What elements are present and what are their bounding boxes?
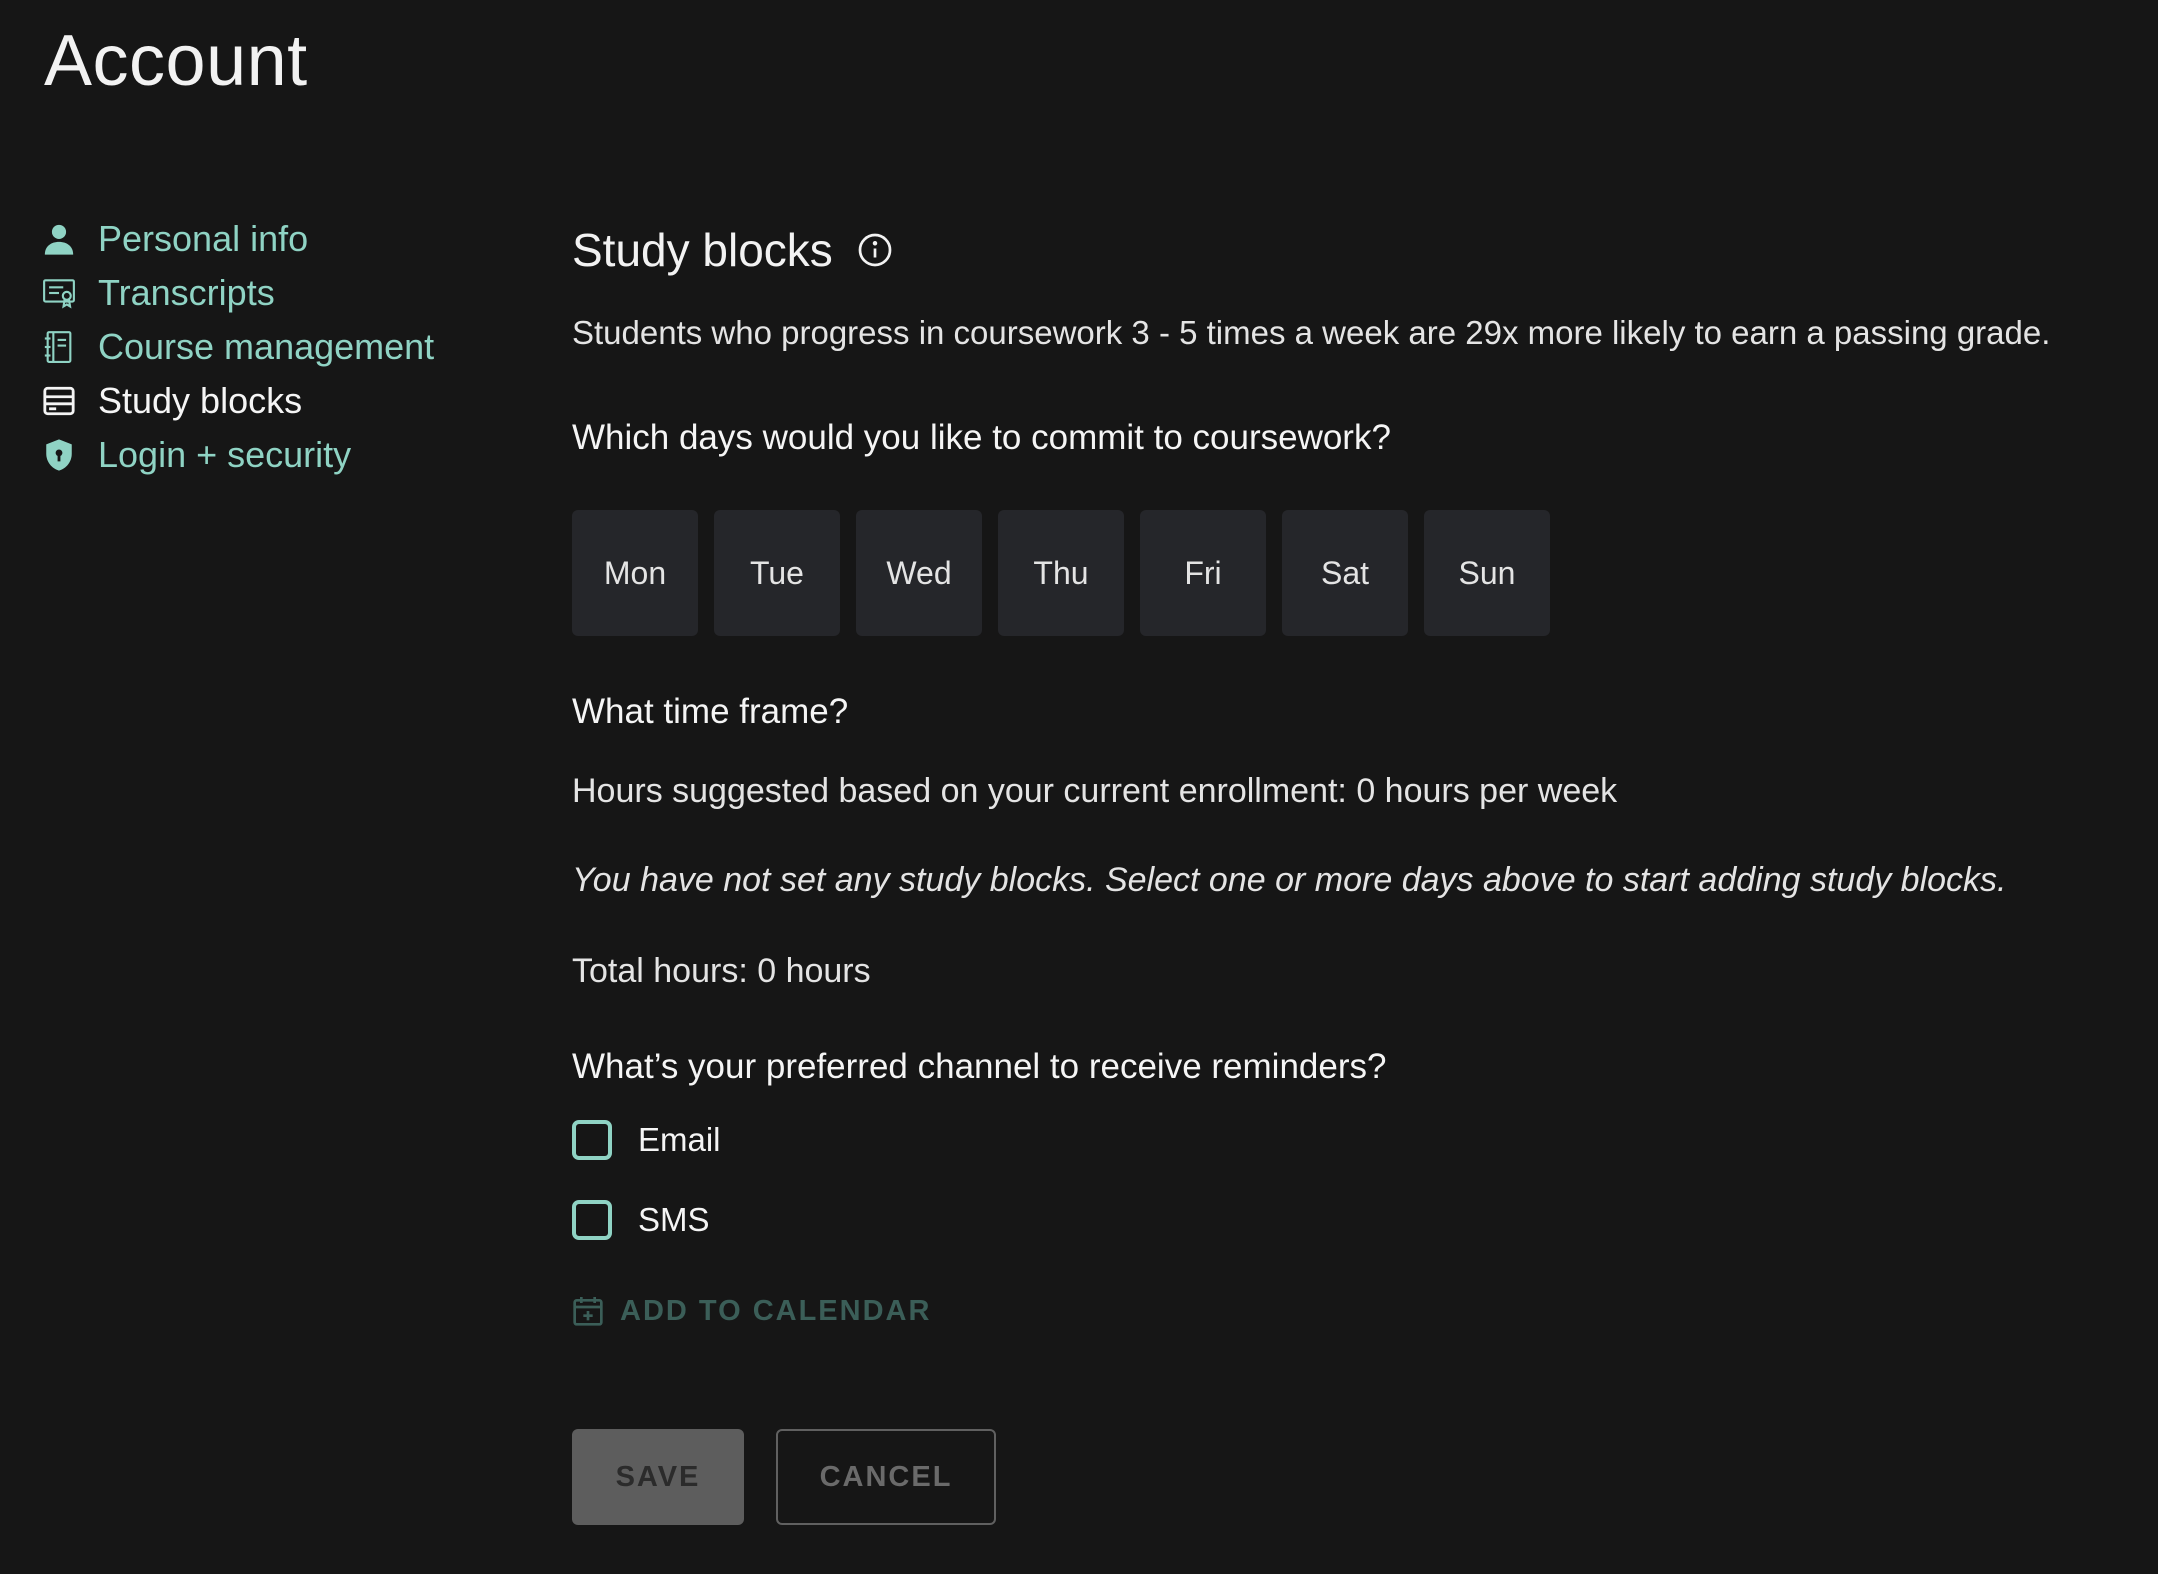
section-title: Study blocks	[572, 220, 2112, 280]
day-button-thu[interactable]: Thu	[998, 510, 1124, 636]
account-page: Account Personal info Transcripts Course…	[0, 0, 2158, 1574]
sidebar-item-label: Personal info	[98, 218, 309, 259]
day-button-sun[interactable]: Sun	[1424, 510, 1550, 636]
sidebar: Personal info Transcripts Course managem…	[40, 212, 434, 482]
certificate-icon	[40, 274, 78, 312]
day-button-sat[interactable]: Sat	[1282, 510, 1408, 636]
time-frame-question: What time frame?	[572, 692, 849, 731]
shield-icon	[40, 436, 78, 474]
day-selector: Mon Tue Wed Thu Fri Sat Sun	[572, 510, 2112, 636]
cancel-button[interactable]: CANCEL	[776, 1429, 996, 1525]
section-title-text: Study blocks	[572, 224, 833, 276]
channel-question: What’s your preferred channel to receive…	[572, 1047, 1387, 1086]
email-checkbox[interactable]	[572, 1120, 612, 1160]
notebook-icon	[40, 328, 78, 366]
page-title: Account	[44, 21, 308, 101]
add-to-calendar-label: ADD TO CALENDAR	[620, 1294, 932, 1327]
sidebar-item-label: Course management	[98, 326, 435, 367]
person-icon	[40, 220, 78, 258]
total-hours-text: Total hours: 0 hours	[572, 952, 871, 990]
info-icon[interactable]	[857, 232, 893, 268]
study-blocks-panel: Study blocks Students who progress in co…	[572, 220, 2112, 1525]
intro-text: Students who progress in coursework 3 - …	[572, 314, 2051, 351]
day-button-fri[interactable]: Fri	[1140, 510, 1266, 636]
sidebar-item-label: Login + security	[98, 434, 352, 475]
calendar-add-icon	[572, 1295, 604, 1327]
email-checkbox-row[interactable]: Email	[572, 1115, 2112, 1165]
sms-checkbox-row[interactable]: SMS	[572, 1195, 2112, 1245]
card-icon	[40, 382, 78, 420]
sidebar-item-login-security[interactable]: Login + security	[40, 428, 434, 482]
save-button[interactable]: SAVE	[572, 1429, 744, 1525]
form-actions: SAVE CANCEL	[572, 1429, 2112, 1525]
hours-suggested-text: Hours suggested based on your current en…	[572, 772, 1618, 810]
email-checkbox-label: Email	[638, 1121, 721, 1158]
day-button-wed[interactable]: Wed	[856, 510, 982, 636]
no-blocks-message: You have not set any study blocks. Selec…	[572, 861, 2007, 899]
add-to-calendar-button[interactable]: ADD TO CALENDAR	[572, 1291, 2112, 1331]
sidebar-item-personal-info[interactable]: Personal info	[40, 212, 434, 266]
sidebar-item-label: Study blocks	[98, 380, 303, 421]
sidebar-item-course-management[interactable]: Course management	[40, 320, 434, 374]
sms-checkbox[interactable]	[572, 1200, 612, 1240]
sidebar-item-study-blocks[interactable]: Study blocks	[40, 374, 434, 428]
days-question: Which days would you like to commit to c…	[572, 418, 1391, 457]
sms-checkbox-label: SMS	[638, 1201, 710, 1238]
sidebar-item-transcripts[interactable]: Transcripts	[40, 266, 434, 320]
sidebar-item-label: Transcripts	[98, 272, 275, 313]
day-button-mon[interactable]: Mon	[572, 510, 698, 636]
day-button-tue[interactable]: Tue	[714, 510, 840, 636]
